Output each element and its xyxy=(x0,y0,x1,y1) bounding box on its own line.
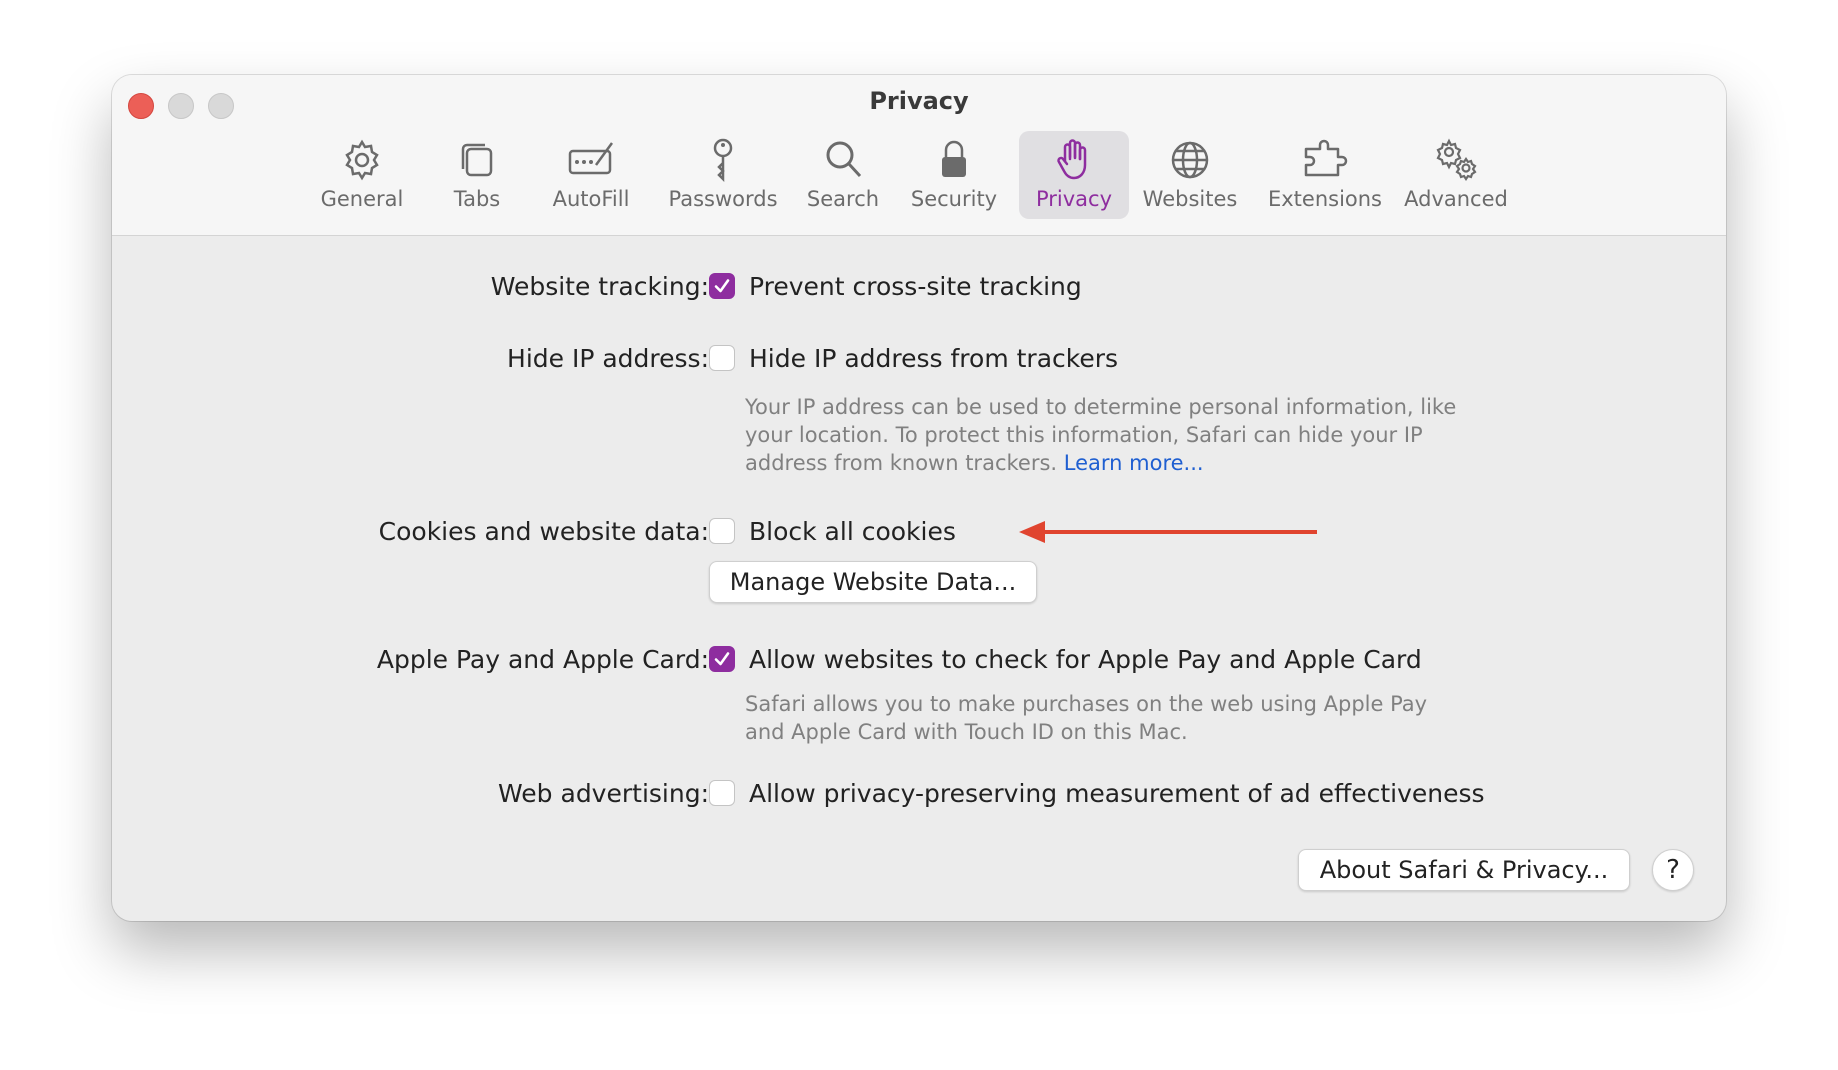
tab-label: Websites xyxy=(1142,187,1238,211)
autofill-icon xyxy=(568,142,614,175)
hide-ip-option[interactable]: Hide IP address from trackers xyxy=(749,344,1118,373)
prevent-tracking-checkbox[interactable] xyxy=(709,273,735,299)
tab-advanced[interactable]: Advanced xyxy=(1400,131,1512,219)
tab-websites[interactable]: Websites xyxy=(1140,131,1240,219)
tab-passwords[interactable]: Passwords xyxy=(664,131,782,219)
tab-label: Tabs xyxy=(453,187,501,211)
block-cookies-option[interactable]: Block all cookies xyxy=(749,517,956,546)
ad-measurement-option[interactable]: Allow privacy-preserving measurement of … xyxy=(749,779,1485,808)
apple-pay-label: Apple Pay and Apple Card: xyxy=(376,645,709,674)
tab-label: Privacy xyxy=(1035,187,1113,211)
checkmark-icon xyxy=(714,652,730,666)
tab-security[interactable]: Security xyxy=(906,131,1002,219)
tab-label: Passwords xyxy=(668,187,778,211)
titlebar: Privacy General Tabs AutoFill Passwords … xyxy=(112,75,1726,236)
cookies-label: Cookies and website data: xyxy=(378,517,709,546)
manage-website-data-button[interactable]: Manage Website Data... xyxy=(709,561,1037,603)
tab-label: AutoFill xyxy=(552,187,630,211)
apple-pay-help: Safari allows you to make purchases on t… xyxy=(745,690,1465,746)
hand-icon xyxy=(1057,139,1087,180)
hide-ip-label: Hide IP address: xyxy=(507,344,709,373)
hide-ip-checkbox[interactable] xyxy=(709,345,735,371)
tab-tabs[interactable]: Tabs xyxy=(442,131,512,219)
preferences-toolbar: General Tabs AutoFill Passwords Search S… xyxy=(112,131,1726,219)
block-cookies-checkbox[interactable] xyxy=(709,518,735,544)
tab-search[interactable]: Search xyxy=(805,131,881,219)
about-safari-privacy-button[interactable]: About Safari & Privacy... xyxy=(1298,849,1630,891)
web-advertising-label: Web advertising: xyxy=(498,779,709,808)
help-text: Your IP address can be used to determine… xyxy=(745,395,1457,419)
tab-label: General xyxy=(320,187,404,211)
tabs-icon xyxy=(461,143,493,177)
search-icon xyxy=(826,141,862,178)
prevent-tracking-option[interactable]: Prevent cross-site tracking xyxy=(749,272,1082,301)
tab-general[interactable]: General xyxy=(320,131,404,219)
tab-label: Search xyxy=(806,187,880,211)
tab-label: Advanced xyxy=(1404,187,1508,211)
tab-extensions[interactable]: Extensions xyxy=(1264,131,1386,219)
puzzle-icon xyxy=(1304,139,1348,177)
tab-label: Extensions xyxy=(1267,187,1383,211)
preferences-window: Privacy General Tabs AutoFill Passwords … xyxy=(112,75,1726,921)
website-tracking-label: Website tracking: xyxy=(490,272,709,301)
tab-privacy[interactable]: Privacy xyxy=(1019,131,1129,219)
window-title: Privacy xyxy=(869,87,969,115)
gear-icon xyxy=(345,139,379,181)
help-button[interactable]: ? xyxy=(1652,849,1694,891)
help-text: address from known trackers. xyxy=(745,451,1058,475)
key-icon xyxy=(713,138,733,183)
ad-measurement-checkbox[interactable] xyxy=(709,780,735,806)
lock-icon xyxy=(942,140,966,177)
annotation-arrow-icon xyxy=(1019,521,1317,543)
globe-icon xyxy=(1171,141,1209,179)
help-text: Safari allows you to make purchases on t… xyxy=(745,692,1428,716)
help-text: your location. To protect this informati… xyxy=(745,423,1423,447)
learn-more-link[interactable]: Learn more... xyxy=(1064,451,1204,475)
checkmark-icon xyxy=(714,279,730,293)
apple-pay-checkbox[interactable] xyxy=(709,646,735,672)
help-text: and Apple Card with Touch ID on this Mac… xyxy=(745,720,1188,744)
tab-autofill[interactable]: AutoFill xyxy=(546,131,636,219)
gears-icon xyxy=(1436,138,1477,181)
hide-ip-help: Your IP address can be used to determine… xyxy=(745,393,1465,477)
tab-label: Security xyxy=(910,187,998,211)
apple-pay-option[interactable]: Allow websites to check for Apple Pay an… xyxy=(749,645,1422,674)
